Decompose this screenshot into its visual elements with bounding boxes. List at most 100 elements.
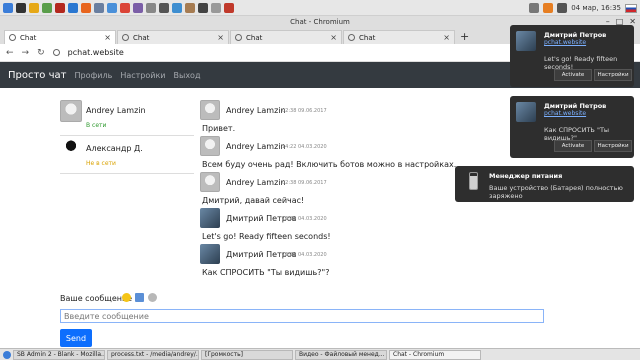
- message: Дмитрий Петров 16:35 04.03.2020 Let's go…: [196, 208, 496, 244]
- text-tool-icon[interactable]: [198, 2, 208, 13]
- keyboard-layout-flag-icon[interactable]: [625, 3, 637, 13]
- globe-icon: [122, 34, 129, 41]
- nav-link-logout[interactable]: Выход: [174, 71, 201, 80]
- avatar: [60, 138, 82, 160]
- browser-tab[interactable]: Chat ×: [4, 30, 116, 44]
- reload-icon[interactable]: ↻: [37, 48, 45, 58]
- tab-close-icon[interactable]: ×: [217, 33, 224, 42]
- audio-icon[interactable]: [529, 3, 540, 13]
- message-time: 02:38 09.06.2017: [282, 180, 327, 186]
- globe-icon: [235, 34, 242, 41]
- clock[interactable]: 04 мар, 16:35: [571, 4, 621, 12]
- contact-item[interactable]: Andrey Lamzin В сети: [60, 98, 194, 136]
- battery-icon[interactable]: [543, 3, 554, 13]
- back-icon[interactable]: ←: [6, 48, 14, 58]
- message-author[interactable]: Andrey Lamzin: [226, 178, 286, 187]
- image-upload-icon[interactable]: [135, 293, 144, 302]
- firefox-icon[interactable]: [81, 2, 91, 13]
- taskbar-item[interactable]: Chat - Chromium: [389, 349, 481, 360]
- taskbar-item[interactable]: process.txt - /media/andrey/...: [107, 349, 199, 360]
- sticker-icon[interactable]: [148, 293, 157, 302]
- taskbar-item[interactable]: Видео - Файловый менед...: [295, 349, 387, 360]
- message-time: 14:22 04.03.2020: [282, 144, 327, 150]
- notification-site-link[interactable]: pchat.website: [544, 110, 586, 117]
- notification-site-link[interactable]: pchat.website: [544, 39, 586, 46]
- message-author[interactable]: Andrey Lamzin: [226, 106, 286, 115]
- new-tab-button[interactable]: +: [460, 30, 469, 44]
- power-title: Менеджер питания: [489, 172, 563, 180]
- archive-icon[interactable]: [185, 2, 195, 13]
- tab-close-icon[interactable]: ×: [443, 33, 450, 42]
- filezilla-icon[interactable]: [55, 2, 65, 13]
- power-notification: Менеджер питания Ваше устройство (Батаре…: [455, 166, 634, 202]
- browser-tab[interactable]: Chat ×: [343, 30, 455, 44]
- contact-item[interactable]: Александр Д. Не в сети: [60, 136, 194, 174]
- launcher-icons: [0, 2, 234, 13]
- avatar: [200, 244, 220, 264]
- emoji-icon[interactable]: [122, 293, 131, 302]
- tab-close-icon[interactable]: ×: [330, 33, 337, 42]
- nav-link-profile[interactable]: Профиль: [74, 71, 112, 80]
- calculator-icon[interactable]: [146, 2, 156, 13]
- avatar: [60, 100, 82, 122]
- tab-close-icon[interactable]: ×: [104, 33, 111, 42]
- network-icon[interactable]: [557, 3, 568, 13]
- contact-name: Andrey Lamzin: [86, 106, 146, 115]
- tab-label: Chat: [133, 33, 150, 42]
- browser-icon[interactable]: [68, 2, 78, 13]
- chrome-icon[interactable]: [120, 2, 130, 13]
- notification-title: Дмитрий Петров: [544, 31, 607, 39]
- notification-settings-button[interactable]: Настройки: [594, 140, 632, 152]
- globe-icon: [9, 34, 16, 41]
- avatar: [200, 100, 220, 120]
- send-button[interactable]: Send: [60, 329, 92, 347]
- avatar: [516, 102, 536, 122]
- image-viewer-icon[interactable]: [133, 2, 143, 13]
- taskbar-item[interactable]: [Громкость]: [201, 349, 293, 360]
- tab-label: Chat: [359, 33, 376, 42]
- mail-icon[interactable]: [94, 2, 104, 13]
- os-top-panel: 04 мар, 16:35: [0, 0, 640, 16]
- chromium-icon[interactable]: [107, 2, 117, 13]
- notification-title: Дмитрий Петров: [544, 102, 607, 110]
- notification-activate-button[interactable]: Activate: [554, 69, 592, 81]
- contact-status: В сети: [86, 122, 107, 129]
- browser-tab[interactable]: Chat ×: [117, 30, 229, 44]
- settings-icon[interactable]: [159, 2, 169, 13]
- system-tray: 04 мар, 16:35: [529, 0, 640, 16]
- message-text: Привет.: [202, 124, 236, 133]
- notification: Дмитрий Петров pchat.website Как СПРОСИТ…: [510, 96, 634, 158]
- tab-label: Chat: [20, 33, 37, 42]
- camera-icon[interactable]: [224, 2, 234, 13]
- avatar: [200, 136, 220, 156]
- message: Andrey Lamzin 14:22 04.03.2020 Всем буду…: [196, 136, 496, 172]
- brand-link[interactable]: Просто чат: [8, 70, 66, 81]
- avatar: [200, 208, 220, 228]
- contact-name: Александр Д.: [86, 144, 143, 153]
- terminal-icon[interactable]: [16, 2, 26, 13]
- editor-icon[interactable]: [42, 2, 52, 13]
- message-time: 16:35 04.03.2020: [282, 252, 327, 258]
- message-input[interactable]: [60, 309, 544, 323]
- avatar: [516, 31, 536, 51]
- message-author[interactable]: Andrey Lamzin: [226, 142, 286, 151]
- disk-icon[interactable]: [211, 2, 221, 13]
- site-info-icon[interactable]: [52, 49, 60, 56]
- window-title: Chat - Chromium: [290, 18, 350, 26]
- forward-icon[interactable]: →: [22, 48, 30, 58]
- nav-link-settings[interactable]: Настройки: [120, 71, 165, 80]
- taskbar: SB Admin 2 - Blank - Mozilla... process.…: [0, 348, 640, 360]
- app-launcher-icon[interactable]: [3, 2, 13, 13]
- notification-settings-button[interactable]: Настройки: [594, 69, 632, 81]
- avatar: [200, 172, 220, 192]
- browser-tab[interactable]: Chat ×: [230, 30, 342, 44]
- url-field[interactable]: pchat.website: [68, 48, 124, 57]
- power-text: Ваше устройство (Батарея) полностью заря…: [489, 184, 623, 200]
- message: Andrey Lamzin 02:38 09.06.2017 Дмитрий, …: [196, 172, 496, 208]
- taskbar-item[interactable]: SB Admin 2 - Blank - Mozilla...: [13, 349, 105, 360]
- start-menu-icon[interactable]: [3, 350, 11, 359]
- media-icon[interactable]: [172, 2, 182, 13]
- notification-activate-button[interactable]: Activate: [554, 140, 592, 152]
- message-text: Всем буду очень рад! Включить ботов можн…: [202, 160, 457, 169]
- file-manager-icon[interactable]: [29, 2, 39, 13]
